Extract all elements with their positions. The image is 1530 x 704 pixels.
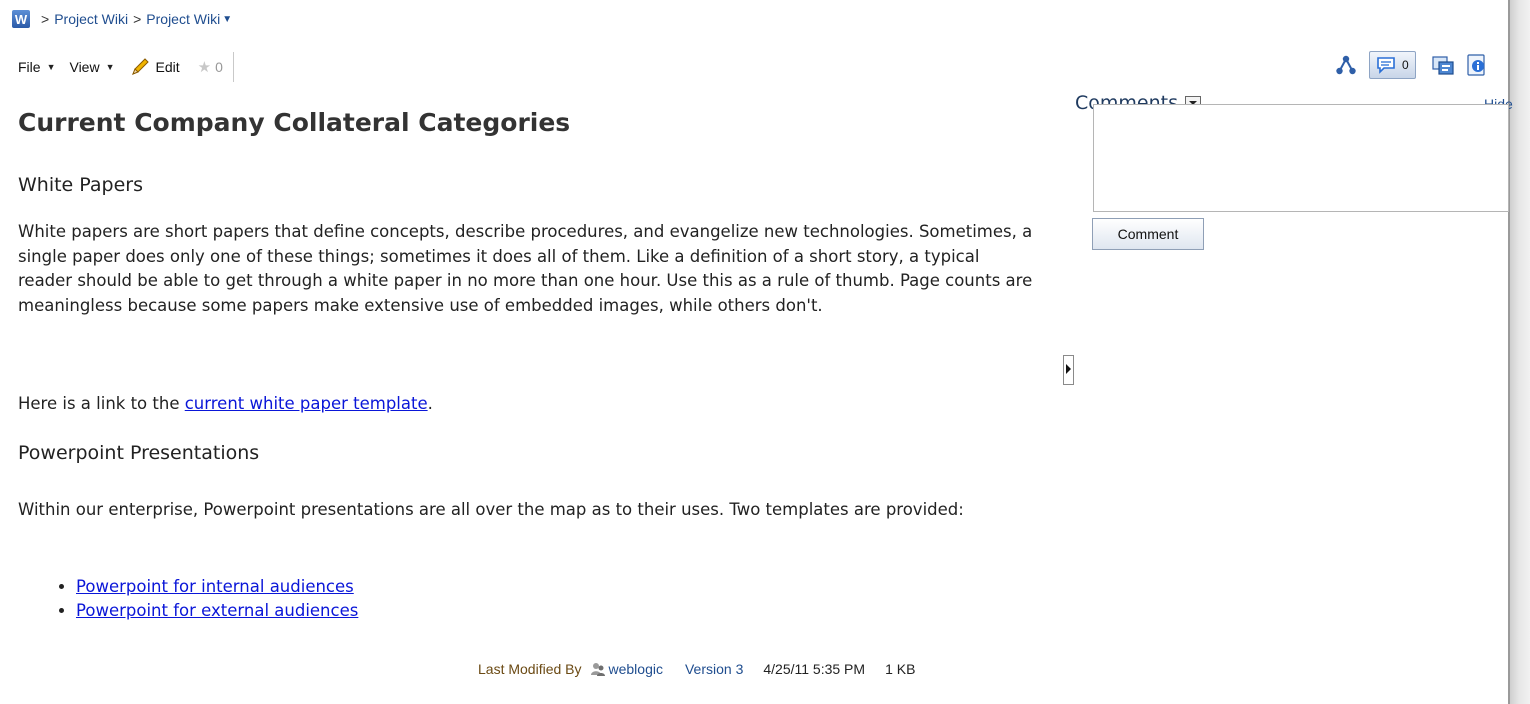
comment-count: 0	[1402, 58, 1409, 72]
link-suffix-text: .	[427, 394, 433, 413]
chevron-down-icon: ▼	[46, 62, 56, 72]
star-icon[interactable]: ★	[198, 58, 211, 76]
section-heading-powerpoint: Powerpoint Presentations	[18, 442, 260, 464]
white-papers-paragraph: White papers are short papers that defin…	[18, 222, 1033, 315]
relationships-icon[interactable]	[1335, 54, 1357, 76]
powerpoint-internal-link[interactable]: Powerpoint for internal audiences	[76, 577, 354, 596]
star-count: 0	[215, 59, 223, 75]
page-tools: 0	[1335, 50, 1494, 80]
template-link-paragraph: Here is a link to the current white pape…	[18, 392, 1038, 417]
page-toolbar: File ▼ View ▼ Edit ★ 0	[18, 52, 234, 82]
edit-button[interactable]: Edit	[129, 56, 180, 78]
last-modified-label: Last Modified By	[478, 661, 582, 677]
page-size: 1 KB	[885, 661, 916, 677]
info-icon[interactable]	[1466, 54, 1488, 76]
web-feed-icon[interactable]	[1432, 54, 1454, 76]
breadcrumb-link-project-wiki[interactable]: Project Wiki	[54, 11, 128, 27]
page-metadata-footer: Last Modified By weblogic Version 3 4/25…	[478, 659, 915, 679]
chevron-down-icon: ▼	[105, 62, 115, 72]
view-menu-label: View	[69, 59, 100, 75]
file-menu-label: File	[18, 59, 41, 75]
author-name: weblogic	[608, 661, 663, 677]
author-link[interactable]: weblogic	[590, 661, 663, 677]
edit-label: Edit	[155, 59, 180, 75]
comment-bubble-icon	[1377, 57, 1395, 74]
powerpoint-external-link[interactable]: Powerpoint for external audiences	[76, 601, 358, 620]
panel-splitter-handle[interactable]	[1063, 355, 1074, 385]
white-paper-template-link[interactable]: current white paper template	[185, 394, 428, 413]
page-title: Current Company Collateral Categories	[18, 108, 571, 137]
comments-toggle-button[interactable]: 0	[1369, 51, 1416, 79]
file-menu[interactable]: File ▼	[18, 59, 55, 75]
breadcrumb-separator: >	[133, 11, 142, 27]
template-list: Powerpoint for internal audiences Powerp…	[46, 575, 358, 623]
comment-input[interactable]	[1093, 104, 1509, 212]
toolbar-divider	[232, 52, 234, 82]
wiki-logo-icon: W	[12, 10, 30, 28]
user-icon	[590, 663, 605, 676]
link-prefix-text: Here is a link to the	[18, 394, 185, 413]
chevron-down-icon[interactable]: ▼	[222, 14, 232, 25]
modified-date: 4/25/11 5:35 PM	[763, 661, 866, 677]
breadcrumb-current-page[interactable]: Project Wiki	[146, 11, 220, 27]
breadcrumb-separator: >	[41, 11, 50, 27]
section-heading-white-papers: White Papers	[18, 174, 143, 196]
pencil-icon	[131, 58, 149, 75]
caret-right-icon	[1066, 364, 1071, 374]
breadcrumb: W > Project Wiki > Project Wiki ▼	[12, 9, 232, 29]
list-item: Powerpoint for external audiences	[76, 599, 358, 623]
powerpoint-paragraph: Within our enterprise, Powerpoint presen…	[18, 500, 964, 519]
list-item: Powerpoint for internal audiences	[76, 575, 358, 599]
version-link[interactable]: Version 3	[685, 661, 743, 677]
comment-submit-button[interactable]: Comment	[1092, 218, 1204, 250]
view-menu[interactable]: View ▼	[69, 59, 114, 75]
